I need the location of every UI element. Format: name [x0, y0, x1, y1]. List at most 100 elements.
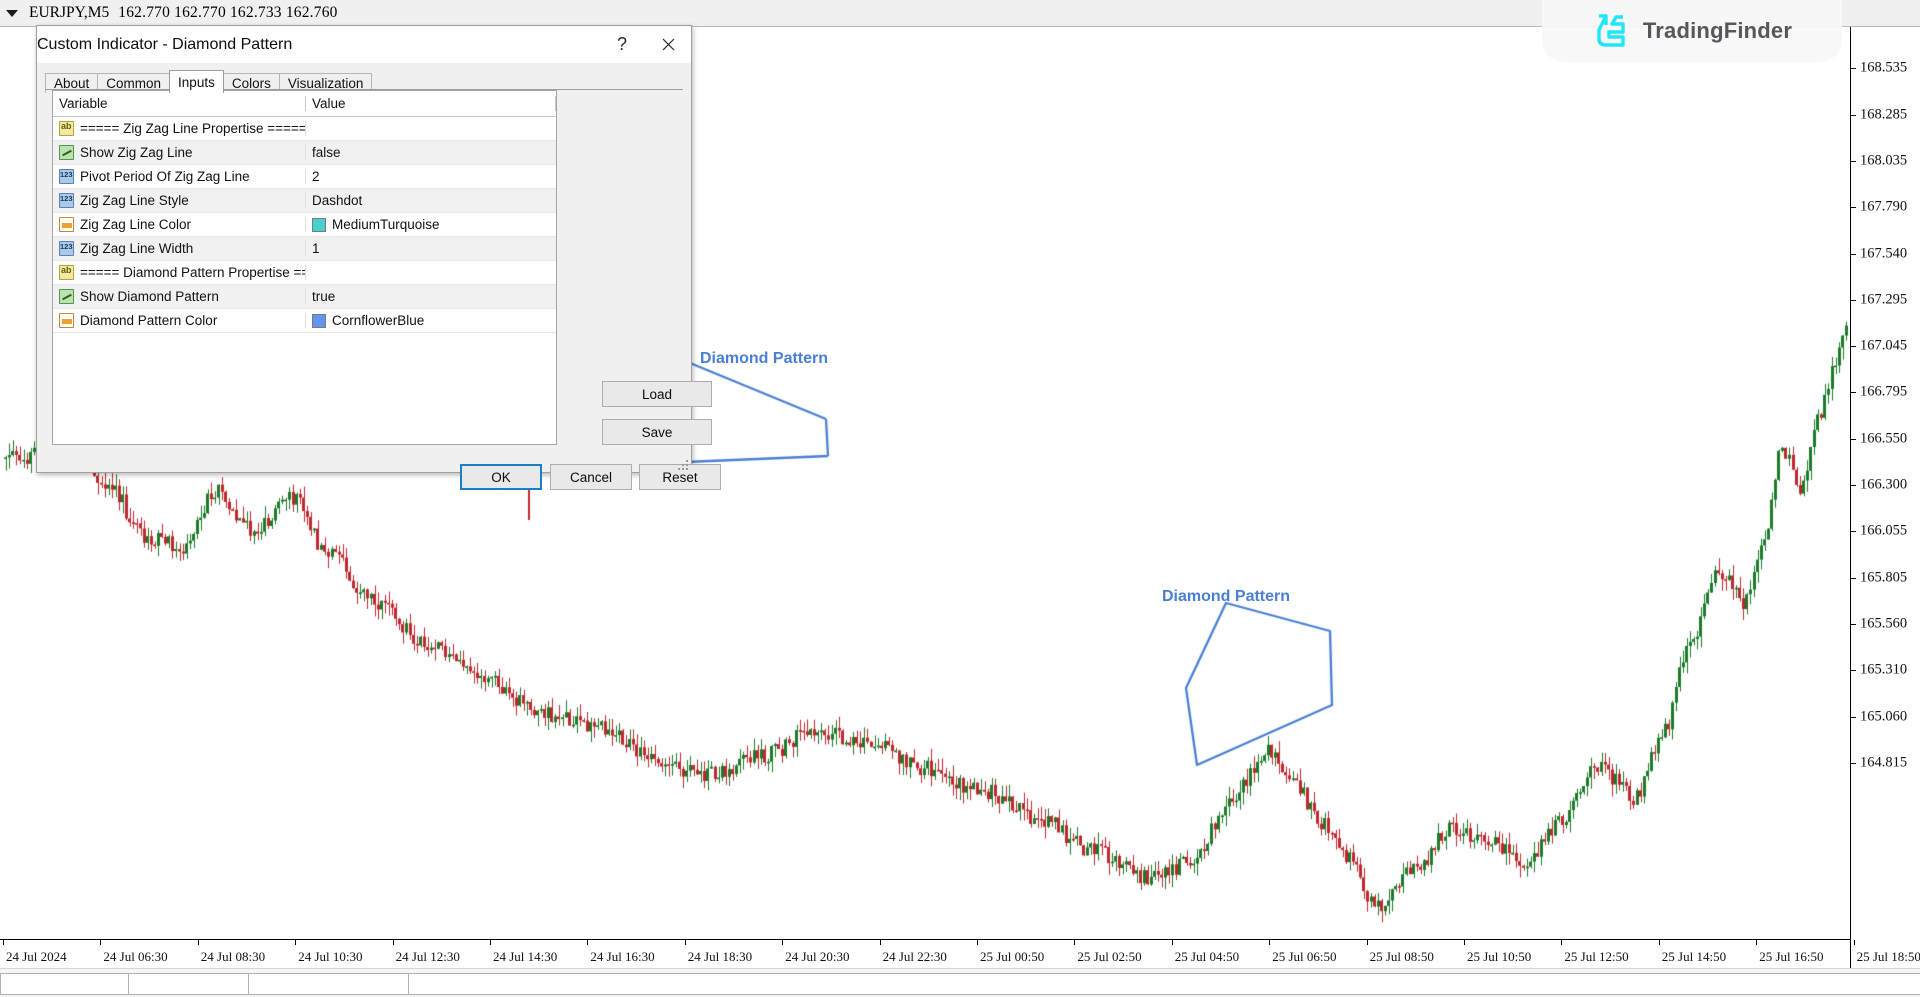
save-button[interactable]: Save — [602, 419, 712, 445]
time-tick-label: 25 Jul 12:50 — [1564, 949, 1628, 965]
variable-label: Diamond Pattern Color — [80, 313, 217, 328]
column-header: Variable — [53, 96, 306, 111]
time-tick — [880, 940, 881, 945]
value-cell[interactable]: 1 — [306, 241, 556, 256]
cancel-button[interactable]: Cancel — [550, 464, 632, 490]
column-header: Value — [306, 96, 556, 111]
tab-inputs[interactable]: Inputs — [169, 70, 224, 93]
price-tick — [1851, 531, 1856, 532]
time-axis[interactable]: 24 Jul 202424 Jul 06:3024 Jul 08:3024 Ju… — [0, 939, 1850, 968]
ok-button[interactable]: OK — [460, 464, 542, 490]
table-row[interactable]: Pivot Period Of Zig Zag Line 2 — [53, 165, 556, 189]
table-row[interactable]: Zig Zag Line Color MediumTurquoise — [53, 213, 556, 237]
price-tick-label: 166.795 — [1860, 384, 1907, 401]
diamond-pattern-label: Diamond Pattern — [1162, 588, 1290, 606]
price-tick-label: 167.540 — [1860, 245, 1907, 262]
scrollbar-segment[interactable] — [128, 973, 250, 995]
time-tick — [1269, 940, 1270, 945]
variable-cell: Show Diamond Pattern — [53, 289, 306, 304]
time-tick — [490, 940, 491, 945]
help-button[interactable]: ? — [599, 30, 645, 60]
price-tick — [1851, 161, 1856, 162]
table-row[interactable]: ===== Zig Zag Line Propertise ===== — [53, 117, 556, 141]
value-cell[interactable]: false — [306, 145, 556, 160]
variable-label: ===== Diamond Pattern Propertise ===== — [80, 265, 306, 280]
watermark-text: TradingFinder — [1643, 18, 1792, 44]
time-tick — [100, 940, 101, 945]
time-tick — [977, 940, 978, 945]
price-tick-label: 168.535 — [1860, 60, 1907, 77]
variable-cell: Zig Zag Line Width — [53, 241, 306, 256]
table-row[interactable]: ===== Diamond Pattern Propertise ===== — [53, 261, 556, 285]
table-row[interactable]: Show Diamond Pattern true — [53, 285, 556, 309]
price-tick — [1851, 763, 1856, 764]
triangle-down-icon[interactable] — [6, 10, 18, 17]
price-tick — [1851, 254, 1856, 255]
value-cell[interactable]: Dashdot — [306, 193, 556, 208]
table-header-row: VariableValue — [53, 91, 556, 117]
price-tick — [1851, 115, 1856, 116]
number-type-icon — [59, 169, 74, 184]
value-cell[interactable]: 2 — [306, 169, 556, 184]
time-tick — [1756, 940, 1757, 945]
variable-cell: ===== Zig Zag Line Propertise ===== — [53, 121, 306, 136]
time-tick-label: 24 Jul 10:30 — [298, 949, 362, 965]
time-tick — [198, 940, 199, 945]
variable-label: Show Zig Zag Line — [80, 145, 193, 160]
dialog-title-bar[interactable]: Custom Indicator - Diamond Pattern ? — [37, 26, 691, 64]
time-tick-label: 24 Jul 08:30 — [201, 949, 265, 965]
tradingfinder-watermark: TradingFinder — [1542, 0, 1842, 62]
table-row[interactable]: Show Zig Zag Line false — [53, 141, 556, 165]
value-label: MediumTurquoise — [332, 217, 440, 232]
value-label: false — [312, 145, 341, 160]
variable-label: Zig Zag Line Color — [80, 217, 191, 232]
boolean-type-icon — [59, 145, 74, 160]
time-tick — [1172, 940, 1173, 945]
time-tick-label: 25 Jul 02:50 — [1077, 949, 1141, 965]
table-row[interactable]: Diamond Pattern Color CornflowerBlue — [53, 309, 556, 333]
price-tick — [1851, 346, 1856, 347]
time-tick-label: 25 Jul 04:50 — [1175, 949, 1239, 965]
value-label: 1 — [312, 241, 320, 256]
time-tick — [1659, 940, 1660, 945]
chart-bottom-scrollbar[interactable] — [0, 968, 1920, 997]
time-tick-label: 25 Jul 08:50 — [1370, 949, 1434, 965]
close-button[interactable] — [645, 30, 691, 60]
variable-cell: Diamond Pattern Color — [53, 313, 306, 328]
time-tick-label: 24 Jul 12:30 — [396, 949, 460, 965]
scrollbar-segment[interactable] — [408, 973, 1920, 995]
time-tick-label: 25 Jul 14:50 — [1662, 949, 1726, 965]
scrollbar-segment[interactable] — [248, 973, 410, 995]
scrollbar-segment[interactable] — [0, 973, 130, 995]
price-tick-label: 167.790 — [1860, 199, 1907, 216]
price-tick-label: 165.805 — [1860, 569, 1907, 586]
time-tick — [1074, 940, 1075, 945]
price-tick-label: 168.035 — [1860, 152, 1907, 169]
price-axis[interactable]: 168.780168.535168.285168.035167.790167.5… — [1850, 0, 1920, 968]
time-tick-label: 25 Jul 06:50 — [1272, 949, 1336, 965]
time-tick — [1561, 940, 1562, 945]
custom-indicator-dialog[interactable]: Custom Indicator - Diamond Pattern ? Abo… — [36, 25, 692, 473]
close-icon — [662, 38, 675, 51]
variable-label: Pivot Period Of Zig Zag Line — [80, 169, 250, 184]
value-cell[interactable]: MediumTurquoise — [306, 217, 556, 232]
variable-cell: Zig Zag Line Style — [53, 193, 306, 208]
resize-grip[interactable] — [676, 458, 688, 470]
number-type-icon — [59, 193, 74, 208]
variable-label: Show Diamond Pattern — [80, 289, 219, 304]
time-tick-label: 25 Jul 00:50 — [980, 949, 1044, 965]
string-type-icon — [59, 265, 74, 280]
time-tick-label: 24 Jul 14:30 — [493, 949, 557, 965]
table-row[interactable]: Zig Zag Line Width 1 — [53, 237, 556, 261]
value-cell[interactable]: CornflowerBlue — [306, 313, 556, 328]
price-tick-label: 166.300 — [1860, 477, 1907, 494]
table-row[interactable]: Zig Zag Line StyleDashdot — [53, 189, 556, 213]
price-tick — [1851, 300, 1856, 301]
time-tick-label: 24 Jul 18:30 — [688, 949, 752, 965]
price-tick — [1851, 485, 1856, 486]
value-cell[interactable]: true — [306, 289, 556, 304]
load-button[interactable]: Load — [602, 381, 712, 407]
inputs-table[interactable]: VariableValue===== Zig Zag Line Properti… — [52, 90, 557, 445]
price-tick-label: 164.815 — [1860, 754, 1907, 771]
price-tick-label: 165.560 — [1860, 615, 1907, 632]
